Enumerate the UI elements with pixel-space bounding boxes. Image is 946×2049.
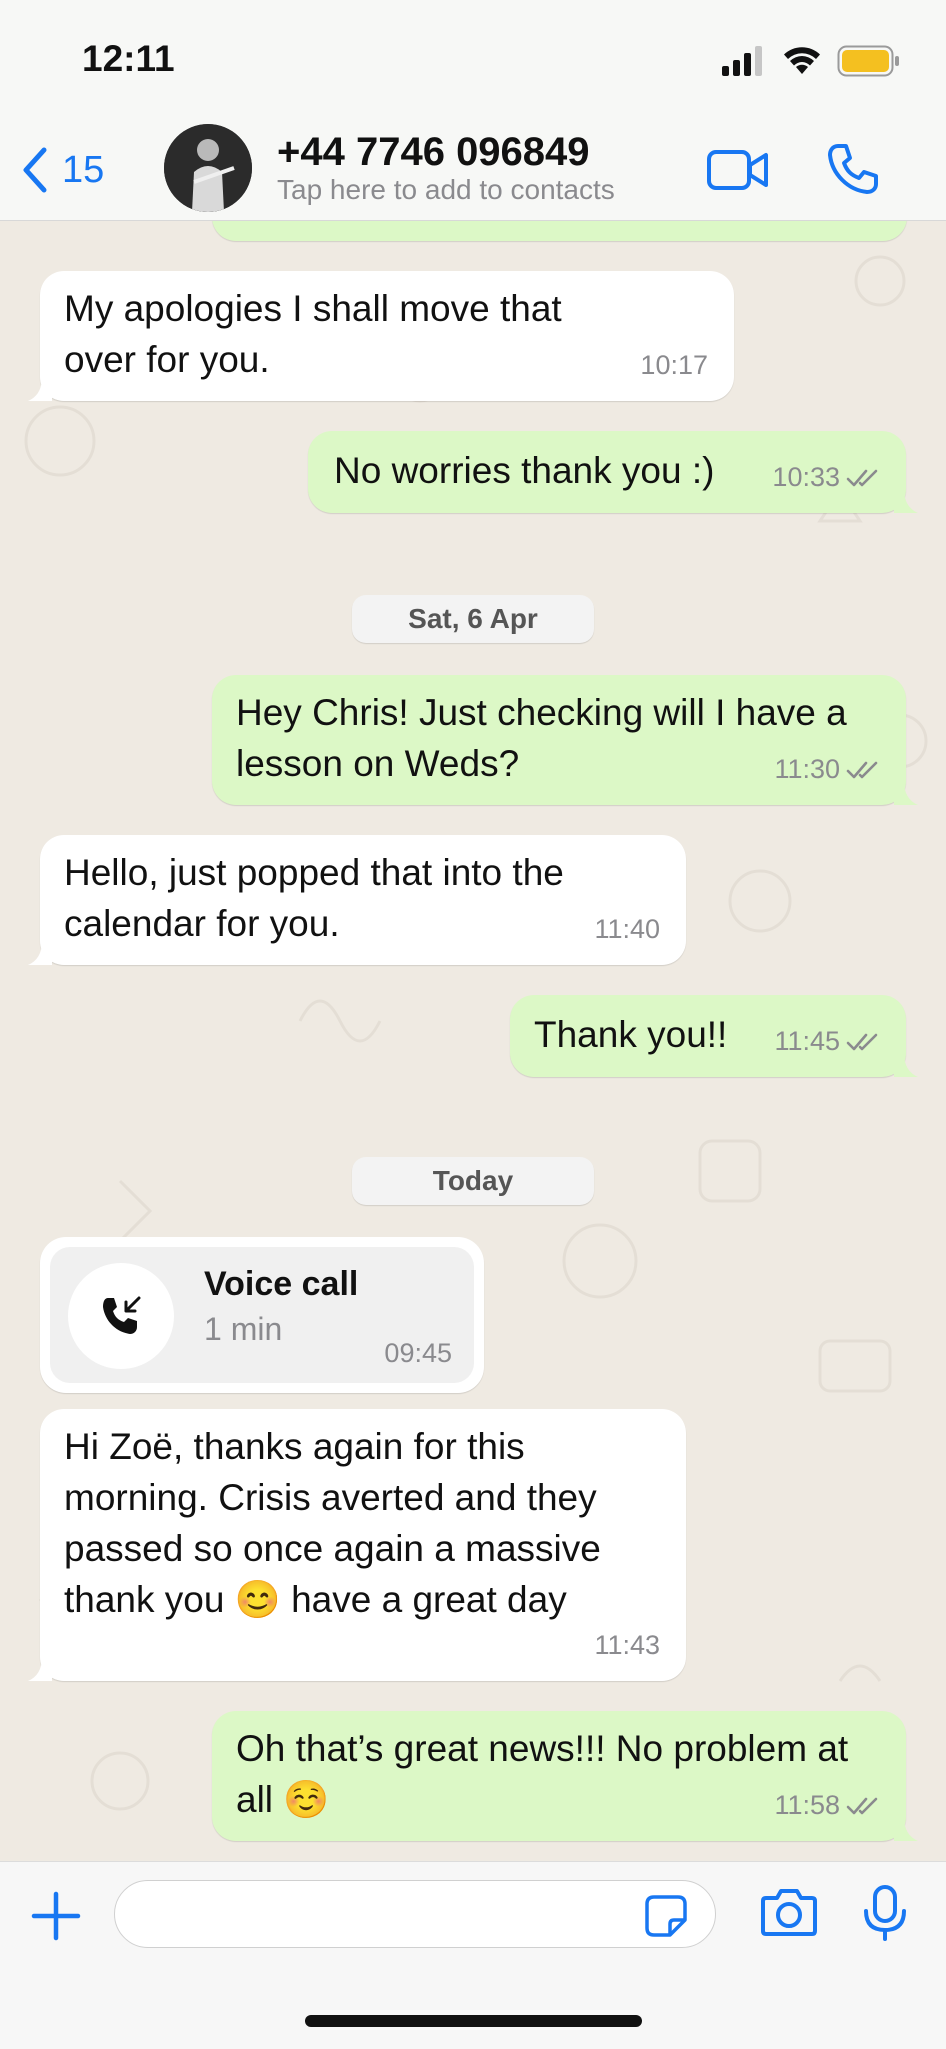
message-meta: 11:40: [594, 904, 660, 955]
avatar[interactable]: [164, 124, 252, 212]
call-duration: 1 min: [204, 1311, 283, 1347]
date-separator: Today: [352, 1157, 594, 1205]
message-time: 11:45: [774, 1026, 840, 1056]
incoming-call-icon: [103, 1296, 141, 1334]
call-title: Voice call: [204, 1265, 359, 1303]
message-time: 11:58: [774, 1790, 840, 1820]
chat-header: 15 +44 7746 096849 Tap here to add to co…: [0, 124, 946, 221]
wifi-icon: [784, 47, 820, 74]
message-text: Hi Zoë, thanks again for this morning. C…: [64, 1426, 601, 1620]
message-bubble-outgoing[interactable]: Thank you!! 11:45: [510, 995, 918, 1077]
double-check-icon: [846, 1033, 878, 1050]
message-meta: 11:45: [774, 1016, 880, 1067]
video-camera-icon: [707, 150, 768, 190]
message-bubble-outgoing[interactable]: No worries thank you :) 10:33: [308, 431, 918, 513]
status-time: 12:11: [82, 38, 175, 79]
back-button[interactable]: 15: [20, 140, 104, 200]
camera-icon: [761, 1889, 817, 1936]
camera-button[interactable]: [760, 1886, 818, 1943]
phone-icon: [828, 144, 878, 194]
date-separator: Sat, 6 Apr: [352, 595, 594, 643]
message-meta: 10:33: [772, 452, 880, 503]
message-input[interactable]: [114, 1880, 716, 1948]
contact-name[interactable]: +44 7746 096849: [277, 130, 590, 175]
voice-call-inner: Voice call 1 min 09:45: [50, 1247, 474, 1383]
message-text: My apologies I shall move that over for …: [64, 288, 562, 380]
double-check-icon: [846, 469, 878, 486]
unread-count: 15: [62, 148, 105, 191]
call-time: 09:45: [384, 1338, 452, 1368]
message-time: 10:17: [640, 350, 708, 380]
voice-call-button[interactable]: [826, 142, 880, 201]
message-time: 11:43: [594, 1630, 660, 1660]
home-indicator: [305, 2015, 642, 2027]
message-bubble-outgoing[interactable]: Oh that’s great news!!! No problem at al…: [212, 1711, 918, 1841]
cellular-signal-icon: [722, 46, 762, 76]
call-icon-circle: [68, 1263, 174, 1369]
double-check-icon: [846, 761, 878, 778]
contact-subtitle[interactable]: Tap here to add to contacts: [277, 174, 615, 206]
microphone-icon: [864, 1885, 906, 1941]
message-bubble-outgoing[interactable]: [212, 221, 907, 241]
message-time: 10:33: [772, 462, 840, 492]
voice-call-card[interactable]: Voice call 1 min 09:45: [40, 1237, 484, 1393]
double-check-icon: [846, 1797, 878, 1814]
status-bar: 12:11: [0, 0, 946, 124]
message-time: 11:40: [594, 914, 660, 944]
message-meta: 11:43: [594, 1620, 660, 1671]
message-meta: 11:30: [774, 744, 880, 795]
message-bubble-incoming[interactable]: Hi Zoë, thanks again for this morning. C…: [28, 1409, 686, 1681]
sticker-button[interactable]: [644, 1894, 688, 1943]
message-bubble-incoming[interactable]: Hello, just popped that into the calenda…: [28, 835, 686, 965]
battery-icon: [837, 45, 899, 77]
status-icons: [722, 44, 902, 84]
voice-message-button[interactable]: [860, 1884, 910, 1947]
sticker-icon: [645, 1895, 687, 1937]
video-call-button[interactable]: [706, 146, 770, 199]
chat-area[interactable]: My apologies I shall move that over for …: [0, 221, 946, 1861]
message-bubble-outgoing[interactable]: Hey Chris! Just checking will I have a l…: [212, 675, 918, 805]
message-bubble-incoming[interactable]: My apologies I shall move that over for …: [28, 271, 734, 401]
chevron-left-icon: [23, 147, 47, 193]
message-meta: 10:17: [640, 340, 708, 391]
message-time: 11:30: [774, 754, 840, 784]
message-text: Hello, just popped that into the calenda…: [64, 852, 564, 944]
attach-button[interactable]: [30, 1890, 82, 1947]
message-input-bar: [0, 1861, 946, 2049]
plus-icon: [31, 1891, 81, 1941]
message-meta: 11:58: [774, 1780, 880, 1831]
